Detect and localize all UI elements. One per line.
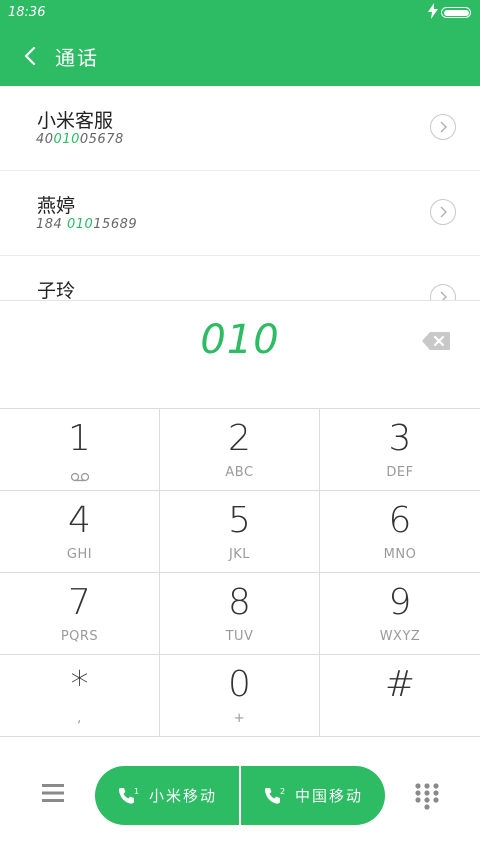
backspace-icon[interactable] [421,331,451,351]
battery-icon [441,7,471,18]
key-letters: TUV [225,629,254,644]
contact-name: 小米客服 [37,110,114,132]
call-sim2-label: 中国移动 [294,787,363,805]
key-digit: 8 [228,582,251,623]
number-match-highlight: 010 [66,217,94,232]
number-prefix: 40 [36,132,54,147]
key-0[interactable]: 0 + [160,655,320,737]
key-digit: * [70,664,89,705]
list-item-contact[interactable]: 燕婷 184 01015689 [0,171,480,256]
call-sim1-button[interactable]: 1 小米移动 [95,766,239,825]
dialpad-grid-icon[interactable] [414,782,440,810]
menu-icon[interactable] [38,780,68,806]
key-7[interactable]: 7 PQRS [0,573,160,655]
dialed-digits: 010 [200,317,280,363]
chevron-right-icon[interactable] [430,114,456,140]
svg-text:2: 2 [280,787,285,796]
key-letters: PQRS [60,629,99,644]
phone-sim2-icon: 2 [263,786,285,806]
key-letters: DEF [386,465,414,480]
key-hash[interactable]: # [320,655,480,737]
number-match-highlight: 010 [53,132,80,147]
bottom-action-bar: 1 小米移动 2 中国移动 [0,738,480,853]
key-letters: MNO [383,547,417,562]
key-digit: 0 [228,664,251,705]
dialpad: 1 2 ABC 3 DEF 4 GHI 5 JKL 6 MNO 7 PQRS 8… [0,408,480,738]
contact-number: 184 01015689 [36,217,137,232]
key-letters: ABC [225,465,254,480]
key-4[interactable]: 4 GHI [0,491,160,573]
number-suffix: 05678 [79,132,124,147]
dual-sim-call-buttons: 1 小米移动 2 中国移动 [95,766,385,825]
chevron-right-icon[interactable] [430,284,456,300]
contact-name: 燕婷 [37,195,76,217]
key-digit: 1 [68,418,91,459]
number-suffix: 15689 [93,217,138,232]
key-digit: 4 [68,500,91,541]
status-time: 18:36 [8,5,46,20]
page-title: 通话 [55,46,99,70]
key-digit: # [384,664,416,705]
key-3[interactable]: 3 DEF [320,409,480,491]
svg-text:1: 1 [134,787,139,796]
key-letters: GHI [66,547,93,562]
key-5[interactable]: 5 JKL [160,491,320,573]
key-6[interactable]: 6 MNO [320,491,480,573]
key-1[interactable]: 1 [0,409,160,491]
key-digit: 7 [68,582,91,623]
call-sim2-button[interactable]: 2 中国移动 [239,766,385,825]
voicemail-icon [70,467,90,486]
key-digit: 5 [228,500,251,541]
key-star[interactable]: * , [0,655,160,737]
key-8[interactable]: 8 TUV [160,573,320,655]
phone-sim1-icon: 1 [117,786,139,806]
charging-icon [428,3,438,23]
call-sim1-label: 小米移动 [148,787,217,805]
number-prefix: 184 [36,217,67,232]
key-letters: JKL [228,547,251,562]
contact-name: 子玲 [37,280,76,300]
chevron-right-icon[interactable] [430,199,456,225]
battery-fill [443,9,469,16]
key-letters: + [233,711,246,726]
key-letters: , [77,711,82,726]
contact-results-list: 小米客服 4001005678 燕婷 184 01015689 子玲 [0,86,480,300]
back-arrow-icon[interactable] [20,42,44,70]
dial-input-display: 010 [0,300,480,408]
key-letters: WXYZ [379,629,421,644]
status-bar: 18:36 [0,0,480,28]
list-item-contact[interactable]: 子玲 [0,256,480,300]
key-9[interactable]: 9 WXYZ [320,573,480,655]
app-header: 通话 [0,28,480,86]
key-digit: 6 [388,500,412,541]
key-digit: 2 [228,418,251,459]
contact-number: 4001005678 [36,132,124,147]
key-2[interactable]: 2 ABC [160,409,320,491]
list-item-contact[interactable]: 小米客服 4001005678 [0,86,480,171]
key-digit: 3 [388,418,412,459]
key-digit: 9 [388,582,412,623]
